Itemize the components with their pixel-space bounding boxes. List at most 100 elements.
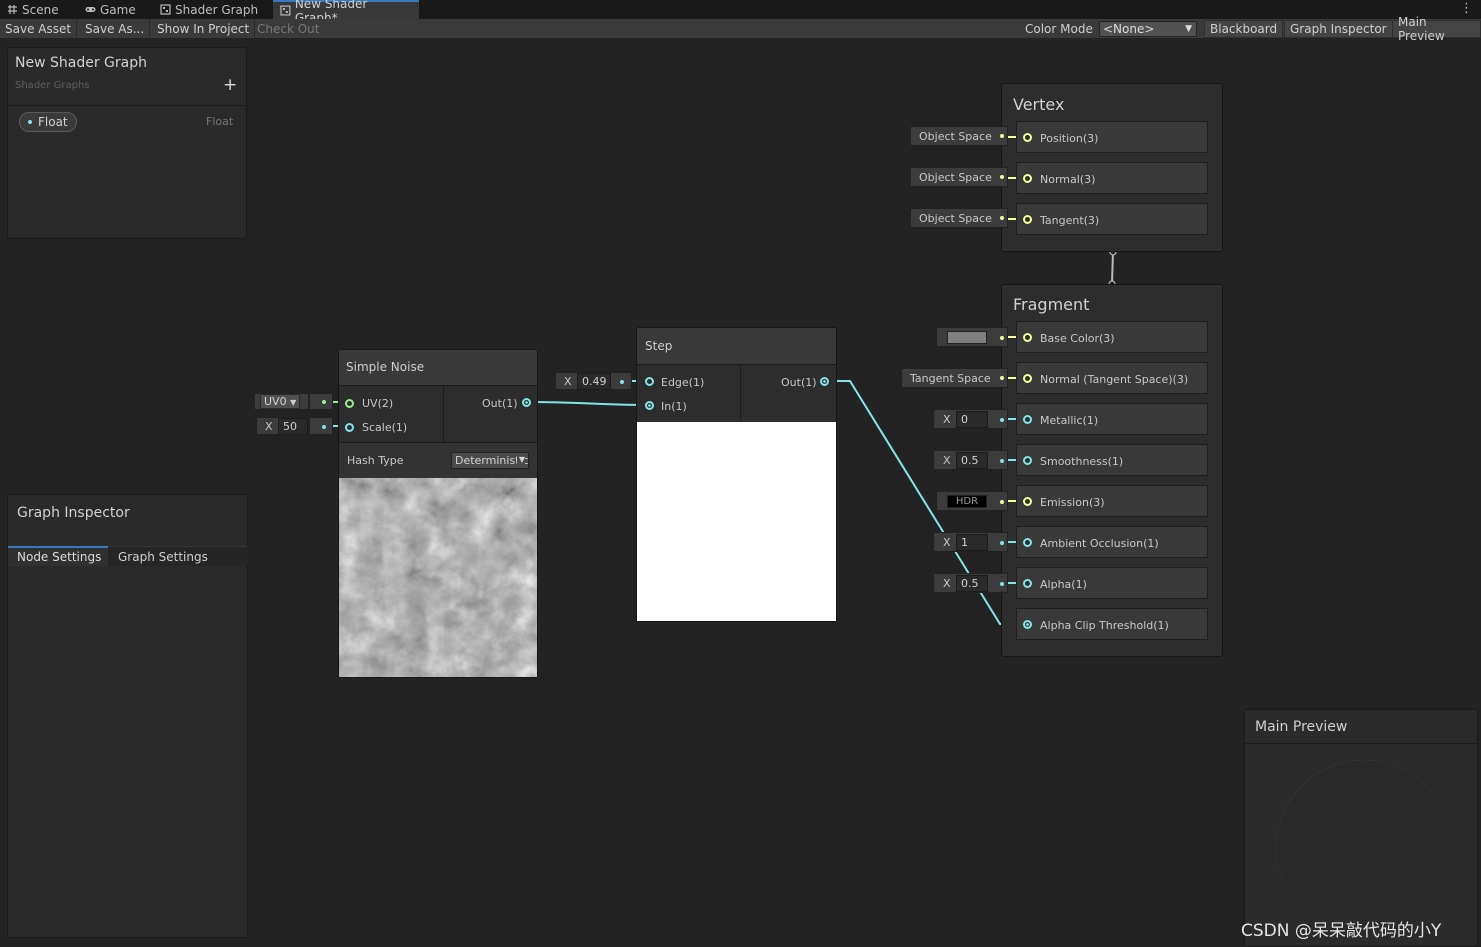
port-icon[interactable] xyxy=(1023,415,1032,424)
chevron-down-icon: ▼ xyxy=(516,455,525,464)
in-port-label: In(1) xyxy=(661,400,687,413)
save-asset-button[interactable]: Save Asset xyxy=(0,19,78,39)
noise-preview-image xyxy=(339,478,537,677)
connector-dot xyxy=(1000,175,1004,179)
color-swatch[interactable] xyxy=(947,331,987,344)
value-field[interactable]: 1 xyxy=(956,534,988,551)
blackboard-toggle[interactable]: Blackboard xyxy=(1204,20,1284,38)
uv-input-field[interactable]: UV0 ▼ xyxy=(254,393,309,410)
port-icon[interactable] xyxy=(1023,579,1032,588)
noise-preview xyxy=(339,478,537,677)
fragment-port-slot[interactable]: Emission(3) xyxy=(1016,485,1208,517)
add-property-button[interactable]: + xyxy=(223,75,237,95)
port-icon[interactable] xyxy=(1023,133,1032,142)
fragment-port-slot[interactable]: Alpha Clip Threshold(1) xyxy=(1016,608,1208,640)
port-icon[interactable] xyxy=(1023,538,1032,547)
connector-dot xyxy=(1000,418,1004,422)
port-icon[interactable] xyxy=(1023,456,1032,465)
hdr-color-swatch[interactable]: HDR xyxy=(947,495,987,508)
show-in-project-button[interactable]: Show In Project xyxy=(152,19,256,39)
inspector-title: Graph Inspector xyxy=(17,505,130,521)
fragment-port-slot[interactable]: Ambient Occlusion(1) xyxy=(1016,526,1208,558)
property-name: Float xyxy=(38,115,68,129)
scale-input: X 50 xyxy=(256,417,309,435)
port-icon[interactable] xyxy=(1023,174,1032,183)
color-mode-dropdown[interactable]: <None> ▼ xyxy=(1099,21,1197,37)
out-port-icon[interactable] xyxy=(522,398,531,407)
toolbar: Save Asset Save As... Show In Project Ch… xyxy=(0,15,1481,43)
fragment-port-slot[interactable]: Smoothness(1) xyxy=(1016,444,1208,476)
out-port-icon[interactable] xyxy=(820,377,829,386)
wire-vertex-to-fragment xyxy=(1111,251,1114,285)
alpha-clip-cutout xyxy=(1276,760,1452,936)
connector-dot xyxy=(1000,459,1004,463)
gamepad-icon xyxy=(85,7,96,12)
fragment-port-slot[interactable]: Normal (Tangent Space)(3) xyxy=(1016,362,1208,394)
fragment-port-slot[interactable]: Base Color(3) xyxy=(1016,321,1208,353)
tab-scene[interactable]: Scene xyxy=(0,0,66,19)
port-label: Base Color(3) xyxy=(1040,332,1115,345)
graph-inspector-panel: Graph Inspector Node Settings Graph Sett… xyxy=(7,494,248,938)
vertex-port-input: Object Space xyxy=(910,126,1008,146)
property-pill[interactable]: Float xyxy=(19,112,77,132)
step-node[interactable]: Step Edge(1) In(1) Out(1) xyxy=(636,327,837,622)
color-mode-label: Color Mode xyxy=(1025,22,1093,36)
vertex-port-slot[interactable]: Tangent(3) xyxy=(1016,203,1208,235)
preview-sphere[interactable] xyxy=(1269,720,1459,942)
tab-game[interactable]: Game xyxy=(78,0,143,19)
node-header: Step xyxy=(637,328,836,365)
property-type: Float xyxy=(206,115,234,128)
hash-type-row: Hash Type Deterministic ▼ xyxy=(339,442,537,478)
scale-value-field[interactable]: 50 xyxy=(278,418,308,435)
input-label: Tangent Space xyxy=(910,371,991,385)
graph-inspector-toggle[interactable]: Graph Inspector xyxy=(1284,20,1393,38)
in-port-icon[interactable] xyxy=(645,401,654,410)
step-preview xyxy=(637,422,836,621)
more-options-icon[interactable]: ⋮ xyxy=(1460,1,1473,16)
edge-port-label: Edge(1) xyxy=(661,376,705,389)
edge-value-field[interactable]: 0.49 xyxy=(577,373,611,390)
input-label: Object Space xyxy=(919,170,992,184)
float-type-dot xyxy=(28,120,32,124)
tab-shader-graph[interactable]: Shader Graph xyxy=(153,0,265,19)
value-field[interactable]: 0 xyxy=(956,411,988,428)
input-label: Object Space xyxy=(919,211,992,225)
port-icon[interactable] xyxy=(1023,374,1032,383)
hash-type-dropdown[interactable]: Deterministic ▼ xyxy=(451,452,529,469)
port-icon[interactable] xyxy=(1023,333,1032,342)
port-icon[interactable] xyxy=(1023,497,1032,506)
tab-bar: Scene Game Shader Graph New Shader Graph… xyxy=(0,0,1481,25)
value-field[interactable]: 0.5 xyxy=(956,452,988,469)
connector-dot xyxy=(1000,134,1004,138)
main-preview-toggle[interactable]: Main Preview xyxy=(1392,15,1481,43)
node-title: Simple Noise xyxy=(346,360,425,374)
uv-port-icon[interactable] xyxy=(345,399,354,408)
port-label: Normal (Tangent Space)(3) xyxy=(1040,373,1189,386)
vertex-port-slot[interactable]: Normal(3) xyxy=(1016,162,1208,194)
vertex-port-slot[interactable]: Position(3) xyxy=(1016,121,1208,153)
tab-graph-settings[interactable]: Graph Settings xyxy=(108,546,248,566)
value-field[interactable]: 0.5 xyxy=(956,575,988,592)
scale-x-label: X xyxy=(265,420,273,433)
chevron-down-icon: ▼ xyxy=(1185,24,1192,34)
fragment-port-slot[interactable]: Alpha(1) xyxy=(1016,567,1208,599)
vertex-port-input: Object Space xyxy=(910,208,1008,228)
check-out-button[interactable]: Check Out xyxy=(252,19,324,39)
simple-noise-node[interactable]: Simple Noise UV(2) Scale(1) Out(1) Hash … xyxy=(338,349,538,678)
port-icon[interactable] xyxy=(1023,620,1032,629)
scale-port-icon[interactable] xyxy=(345,423,354,432)
tab-new-shader-graph[interactable]: New Shader Graph* xyxy=(273,0,419,25)
save-as-button[interactable]: Save As... xyxy=(80,19,151,39)
port-icon[interactable] xyxy=(1023,215,1032,224)
edge-port-icon[interactable] xyxy=(645,377,654,386)
port-label: Ambient Occlusion(1) xyxy=(1040,537,1159,550)
tab-label: Scene xyxy=(22,2,59,17)
uv-dropdown[interactable]: UV0 ▼ xyxy=(260,394,301,409)
connector-dot xyxy=(1000,582,1004,586)
fragment-port-slot[interactable]: Metallic(1) xyxy=(1016,403,1208,435)
connector-dot xyxy=(1000,216,1004,220)
shader-graph-icon xyxy=(280,5,291,16)
out-port-label: Out(1) xyxy=(482,397,518,410)
tab-node-settings[interactable]: Node Settings xyxy=(8,546,108,566)
chevron-down-icon: ▼ xyxy=(290,398,297,407)
